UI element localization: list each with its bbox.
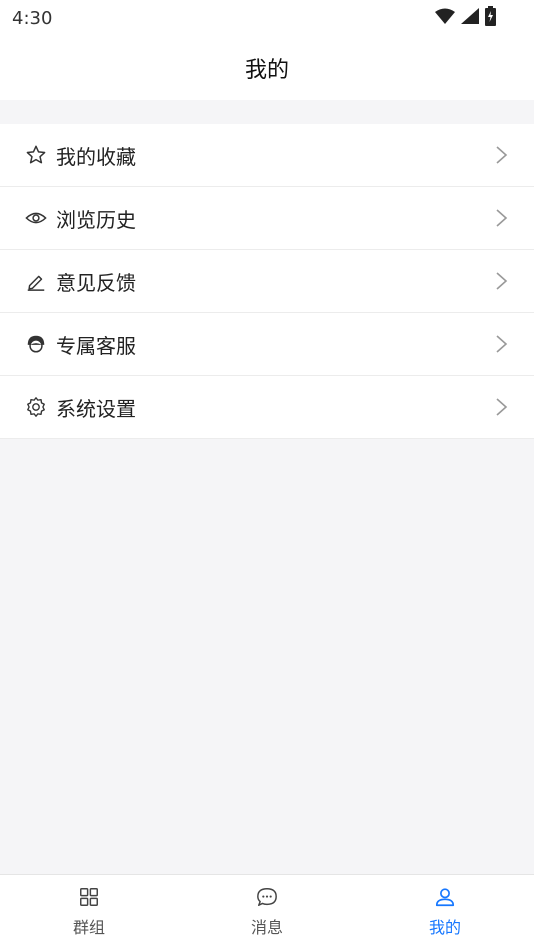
tab-label: 消息 — [250, 918, 283, 937]
menu-item-feedback[interactable]: 意见反馈 — [0, 250, 534, 313]
tab-messages[interactable]: 消息 — [178, 875, 356, 949]
menu-item-label: 系统设置 — [56, 396, 136, 421]
section-gap — [0, 100, 534, 124]
page-title: 我的 — [244, 58, 289, 83]
battery-icon — [485, 6, 496, 30]
menu-item-label: 意见反馈 — [56, 270, 136, 295]
gear-icon — [24, 395, 48, 419]
menu-item-history[interactable]: 浏览历史 — [0, 187, 534, 250]
tab-profile[interactable]: 我的 — [356, 875, 534, 949]
tab-label: 群组 — [72, 918, 105, 937]
customer-service-icon — [24, 332, 48, 356]
star-icon — [24, 143, 48, 167]
chevron-right-icon — [494, 334, 510, 354]
page-header: 我的 — [0, 36, 534, 100]
status-bar: 4:30 — [0, 0, 534, 36]
menu-item-label: 浏览历史 — [56, 207, 136, 232]
menu-item-label: 专属客服 — [56, 333, 136, 358]
chevron-right-icon — [494, 145, 510, 165]
pen-icon — [24, 269, 48, 293]
bottom-tab-bar: 群组 消息 我的 — [0, 874, 534, 949]
menu-item-settings[interactable]: 系统设置 — [0, 376, 534, 439]
menu-item-label: 我的收藏 — [56, 144, 136, 169]
menu-list: 我的收藏 浏览历史 意见反馈 专属客服 系统设置 — [0, 124, 534, 439]
chevron-right-icon — [494, 208, 510, 228]
chevron-right-icon — [494, 271, 510, 291]
grid-icon — [78, 886, 100, 912]
status-time: 4:30 — [12, 7, 53, 29]
chevron-right-icon — [494, 397, 510, 417]
wifi-icon — [435, 8, 455, 28]
tab-groups[interactable]: 群组 — [0, 875, 178, 949]
menu-item-customer-service[interactable]: 专属客服 — [0, 313, 534, 376]
chat-bubble-icon — [255, 886, 279, 912]
menu-item-favorites[interactable]: 我的收藏 — [0, 124, 534, 187]
signal-icon — [461, 8, 479, 28]
eye-icon — [24, 206, 48, 230]
tab-label: 我的 — [428, 918, 461, 937]
status-icons — [435, 6, 522, 30]
user-icon — [433, 886, 457, 912]
